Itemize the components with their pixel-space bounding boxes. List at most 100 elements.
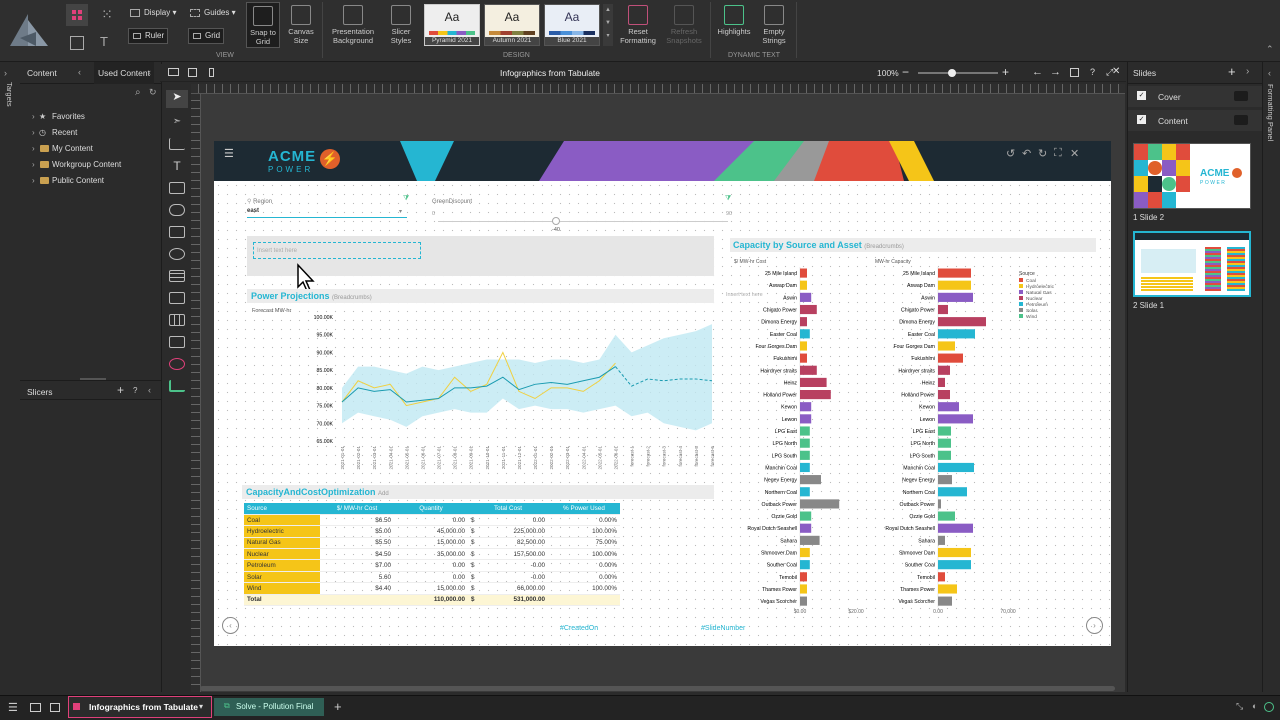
- snap-to-grid-button[interactable]: Snap to Grid: [246, 2, 280, 48]
- theme-blue[interactable]: Aa Blue 2021: [544, 4, 600, 46]
- formatting-panel-tab[interactable]: ‹ Formatting Panel: [1262, 62, 1280, 692]
- close-icon[interactable]: ✕: [1070, 147, 1079, 160]
- layout-icon[interactable]: [70, 36, 84, 50]
- canvas-scrollbar[interactable]: [200, 686, 1115, 691]
- col-source[interactable]: Source: [244, 503, 320, 515]
- highlights-button[interactable]: Highlights: [714, 5, 754, 36]
- ruler-button[interactable]: Ruler: [128, 28, 168, 44]
- help-icon[interactable]: ?: [133, 386, 137, 395]
- redo-icon[interactable]: ↻: [1038, 147, 1047, 160]
- capacity-cost-table[interactable]: Source $/ MW-hr Cost Quantity Total Cost…: [244, 503, 620, 607]
- textbox-tool-icon[interactable]: [169, 182, 185, 194]
- connector-tool-icon[interactable]: [169, 138, 185, 150]
- collapse-slicers-icon[interactable]: ‹: [148, 385, 151, 395]
- back-arrow-icon[interactable]: ←: [1032, 66, 1043, 78]
- guides-button[interactable]: Guides ▾: [190, 8, 236, 17]
- close-icon[interactable]: ✕: [1112, 66, 1120, 77]
- grid-button[interactable]: Grid: [188, 28, 224, 44]
- tab-solve[interactable]: ⧉ Solve - Pollution Final: [214, 698, 324, 716]
- theme-scroll[interactable]: ▲ ▼ ▾: [603, 4, 613, 46]
- chart-tool-icon[interactable]: [169, 336, 185, 348]
- web-tool-icon[interactable]: [169, 248, 185, 260]
- capacity-bar-chart[interactable]: $/ MW-hr Cost 25 Mile Island Aswap Dam Aswi…: [730, 255, 1098, 617]
- refresh-tree-icon[interactable]: ↻: [149, 87, 157, 98]
- tab-dropdown-icon[interactable]: ▾: [199, 702, 203, 711]
- dropdown-icon[interactable]: ▾: [399, 208, 402, 215]
- grid-tool-icon[interactable]: [169, 314, 185, 326]
- display-button[interactable]: Display ▾: [130, 8, 176, 17]
- col-cost[interactable]: $/ MW-hr Cost: [320, 503, 394, 515]
- col-power-used[interactable]: % Power Used: [548, 503, 620, 515]
- filter-funnel-icon-2[interactable]: ⧩: [725, 195, 731, 203]
- add-slide-icon[interactable]: +: [1228, 64, 1236, 79]
- expand-left-icon[interactable]: ›: [4, 68, 7, 78]
- col-quantity[interactable]: Quantity: [394, 503, 468, 515]
- status-icon[interactable]: ◐: [1252, 701, 1257, 711]
- greendiscount-track[interactable]: [438, 221, 728, 222]
- slide[interactable]: ☰ ACME POWER ⚡ ↺ ↶ ↻ ⛶ ✕ ⚲ Region east ▾…: [214, 141, 1111, 646]
- greendiscount-slicer[interactable]: GreenDiscount 0 -40 90: [432, 195, 732, 233]
- canvas-size-button[interactable]: Canvas Size: [284, 5, 318, 45]
- save-icon[interactable]: [1070, 68, 1079, 77]
- presentation-background-button[interactable]: Presentation Background: [328, 5, 378, 45]
- help-icon[interactable]: ?: [1090, 67, 1095, 77]
- fullscreen-icon[interactable]: ⛶: [1054, 147, 1062, 160]
- slide-thumb-2[interactable]: [1133, 231, 1251, 297]
- zoom-out-icon[interactable]: −: [902, 65, 909, 79]
- folder-open-icon[interactable]: [30, 703, 41, 712]
- greendiscount-handle[interactable]: [552, 217, 560, 225]
- grid-view-icon[interactable]: [66, 4, 88, 26]
- collapse-bar-icon[interactable]: ⤡: [1236, 701, 1243, 712]
- select-tool-icon[interactable]: ➤: [166, 90, 188, 108]
- section-content[interactable]: ✓ Content: [1128, 110, 1263, 131]
- table-tool-icon[interactable]: [169, 270, 185, 282]
- tree-recent[interactable]: › ◷ Recent: [0, 125, 162, 141]
- tab-content[interactable]: Content: [27, 68, 57, 78]
- undo-all-icon[interactable]: ↶: [1022, 147, 1031, 160]
- next-slide-button[interactable]: ›: [1086, 617, 1103, 634]
- dots-icon[interactable]: ⁙: [98, 6, 116, 24]
- comment-tool-icon[interactable]: [169, 292, 185, 304]
- formatting-expand-icon[interactable]: ‹: [1268, 68, 1271, 78]
- tab-close-icon[interactable]: ‹: [148, 67, 151, 77]
- region-value[interactable]: east: [247, 208, 407, 218]
- tree-workgroup-content[interactable]: › Workgroup Content: [0, 157, 162, 173]
- hamburger-menu-icon[interactable]: ☰: [224, 147, 234, 160]
- section-toggle-icon[interactable]: [1234, 115, 1248, 125]
- collapse-right-icon[interactable]: ›: [1246, 66, 1249, 77]
- reset-formatting-button[interactable]: Reset Formatting: [618, 5, 658, 45]
- new-tab-icon[interactable]: +: [334, 699, 342, 714]
- region-slicer[interactable]: ⚲ Region east ▾: [247, 195, 409, 219]
- window-icon[interactable]: [50, 703, 60, 712]
- prev-slide-button[interactable]: ‹: [222, 617, 239, 634]
- section-cover[interactable]: ✓ Cover: [1128, 86, 1263, 107]
- app-logo[interactable]: [6, 10, 52, 50]
- checkbox-cover[interactable]: ✓: [1137, 91, 1146, 100]
- undo-icon[interactable]: ↺: [1006, 147, 1015, 160]
- slide-thumb-1[interactable]: ACME POWER: [1133, 143, 1251, 209]
- tree-favorites[interactable]: › ★ Favorites: [0, 109, 162, 125]
- search-icon[interactable]: ⌕: [135, 87, 141, 98]
- filter-funnel-icon[interactable]: ⧩: [403, 195, 409, 203]
- tree-my-content[interactable]: › My Content: [0, 141, 162, 157]
- forward-arrow-icon[interactable]: →: [1050, 66, 1061, 78]
- bar-chart-tool-icon[interactable]: [169, 380, 185, 392]
- zoom-slider-thumb[interactable]: [948, 69, 956, 77]
- tablet-view-icon[interactable]: [188, 68, 197, 77]
- zoom-in-icon[interactable]: +: [1002, 65, 1009, 79]
- tree-public-content[interactable]: › Public Content: [0, 173, 162, 189]
- mobile-view-icon[interactable]: [209, 68, 214, 77]
- text-tool-icon[interactable]: T: [169, 160, 185, 172]
- zoom-value[interactable]: 100%: [877, 68, 899, 78]
- tab-back-icon[interactable]: ‹: [78, 67, 81, 77]
- theme-pyramid[interactable]: Aa Pyramid 2021: [424, 4, 480, 46]
- image-tool-icon[interactable]: [169, 226, 185, 238]
- menu-icon[interactable]: ☰: [8, 701, 18, 714]
- empty-strings-button[interactable]: Empty Strings: [756, 5, 792, 45]
- desktop-view-icon[interactable]: [168, 68, 179, 76]
- text-icon[interactable]: T: [100, 34, 108, 49]
- pointer-tool-icon[interactable]: ➣: [169, 116, 185, 128]
- shape-tool-icon[interactable]: [169, 204, 185, 216]
- add-slicer-icon[interactable]: +: [117, 383, 124, 397]
- col-total-cost[interactable]: Total Cost: [468, 503, 548, 515]
